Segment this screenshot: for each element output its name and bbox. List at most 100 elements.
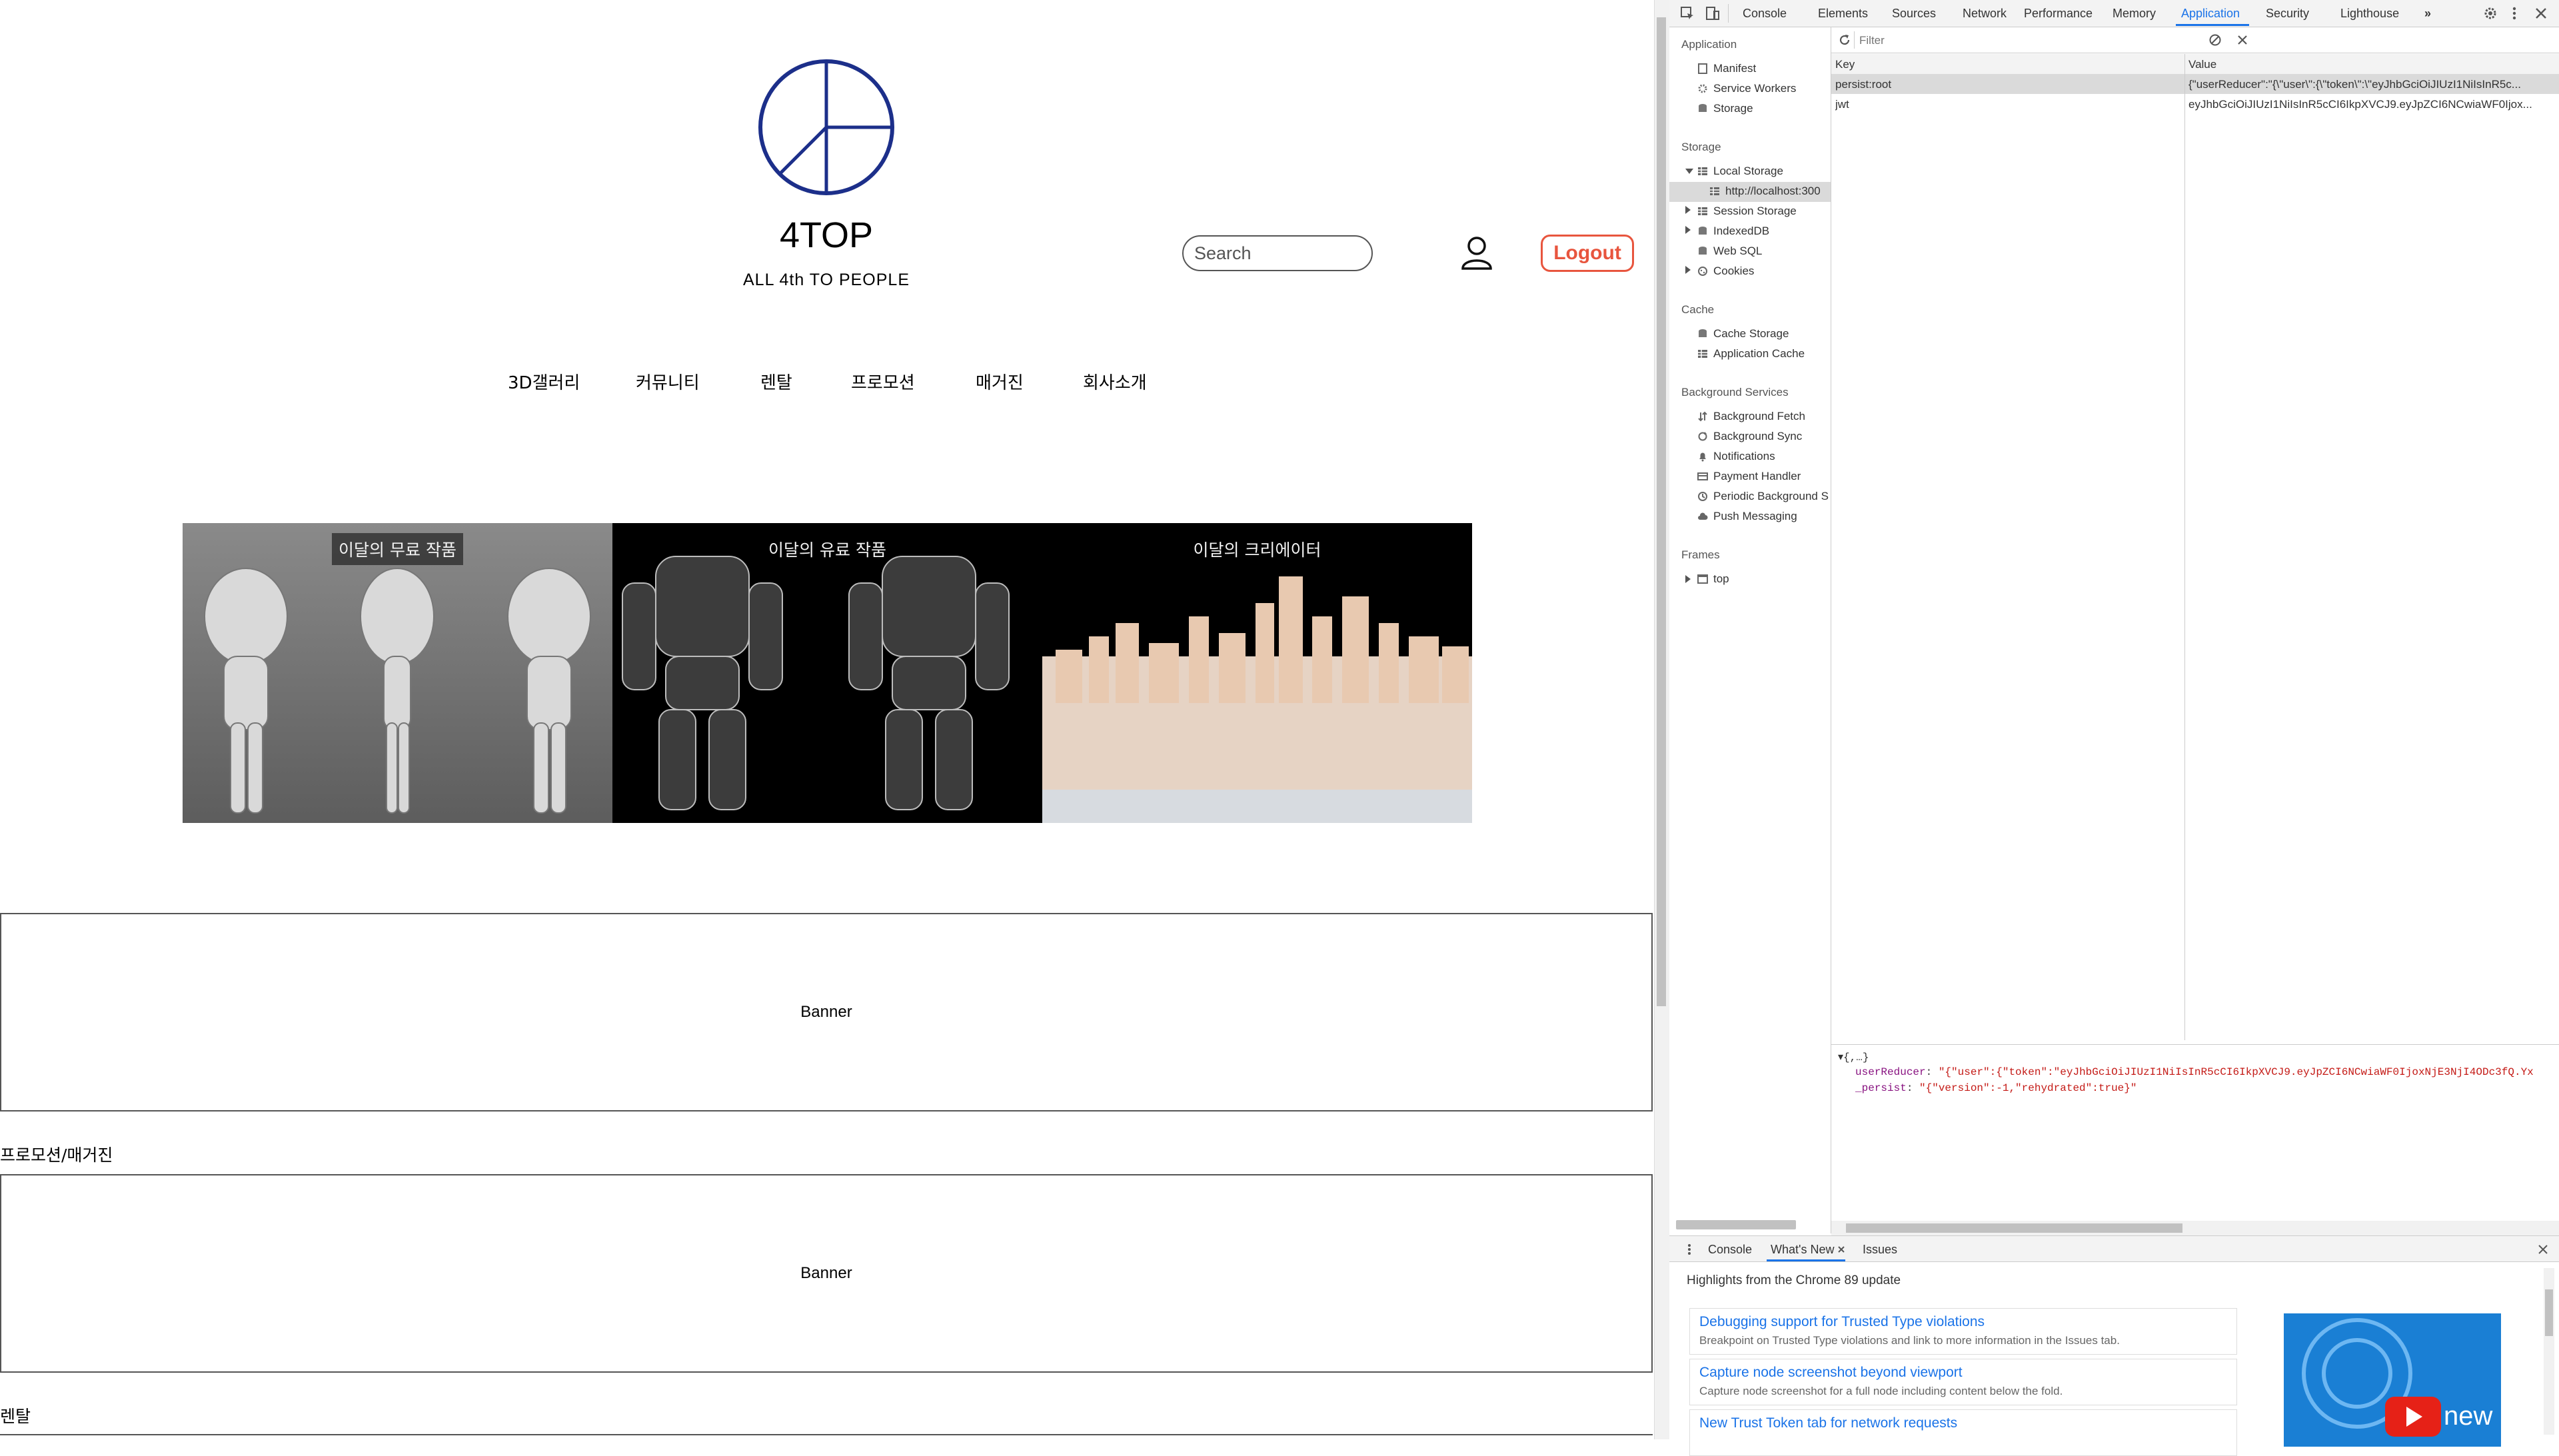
banner-2[interactable]: Banner bbox=[0, 1174, 1653, 1373]
column-divider[interactable] bbox=[2184, 54, 2185, 1040]
logout-button[interactable]: Logout bbox=[1541, 235, 1634, 272]
expand-indexeddb-icon[interactable] bbox=[1685, 226, 1691, 234]
kebab-menu-icon[interactable] bbox=[2510, 6, 2518, 21]
websql-icon bbox=[1699, 247, 1707, 255]
nav-item-3d-gallery[interactable]: 3D갤러리 bbox=[508, 369, 580, 394]
tab-elements[interactable]: Elements bbox=[1818, 7, 1868, 21]
sidebar-item-session-storage[interactable]: Session Storage bbox=[1713, 205, 1797, 218]
sidebar-item-local-storage[interactable]: Local Storage bbox=[1713, 165, 1783, 178]
row-value: eyJhbGciOiJIUzI1NiIsInR5cCI6IkpXVCJ9.eyJ… bbox=[2188, 98, 2532, 111]
more-tabs-chevron-icon[interactable]: » bbox=[2424, 7, 2431, 21]
preview-value-persist: "{"version":-1,"rehydrated":true}" bbox=[1919, 1082, 2137, 1094]
nav-item-community[interactable]: 커뮤니티 bbox=[636, 369, 700, 394]
user-icon[interactable] bbox=[1459, 235, 1494, 270]
table-row[interactable]: jwt eyJhbGciOiJIUzI1NiIsInR5cCI6IkpXVCJ9… bbox=[1831, 94, 2559, 114]
tile-paid-works[interactable]: 이달의 유료 작품 bbox=[612, 523, 1042, 823]
sidebar-item-web-sql[interactable]: Web SQL bbox=[1713, 245, 1762, 258]
expand-frame-top-icon[interactable] bbox=[1685, 575, 1691, 583]
device-toggle-icon[interactable] bbox=[1705, 6, 1720, 21]
drawer-tab-console[interactable]: Console bbox=[1708, 1243, 1752, 1257]
drawer-tab-issues[interactable]: Issues bbox=[1863, 1243, 1897, 1257]
cookie-icon bbox=[1698, 267, 1707, 276]
nav-item-promotion[interactable]: 프로모션 bbox=[851, 369, 915, 394]
drawer-active-underline bbox=[1767, 1259, 1845, 1261]
sidebar-item-notifications[interactable]: Notifications bbox=[1713, 450, 1775, 463]
close-devtools-icon[interactable] bbox=[2534, 7, 2548, 20]
banner-1[interactable]: Banner bbox=[0, 913, 1653, 1111]
tile-free-works[interactable]: 이달의 무료 작품 bbox=[183, 523, 612, 823]
nav-item-rental[interactable]: 렌탈 bbox=[760, 369, 792, 394]
refresh-icon[interactable] bbox=[1838, 33, 1851, 47]
preview-root-toggle[interactable]: ▾{,…} bbox=[1838, 1050, 1869, 1064]
whats-new-card[interactable]: New Trust Token tab for network requests bbox=[1689, 1409, 2237, 1456]
tab-divider bbox=[1728, 4, 1729, 23]
tab-network[interactable]: Network bbox=[1963, 7, 2007, 21]
expand-local-storage-icon[interactable] bbox=[1685, 169, 1693, 174]
sidebar-item-background-sync[interactable]: Background Sync bbox=[1713, 430, 1802, 443]
tab-memory[interactable]: Memory bbox=[2113, 7, 2156, 21]
card-title[interactable]: Capture node screenshot beyond viewport bbox=[1699, 1365, 1963, 1381]
expand-cookies-icon[interactable] bbox=[1685, 266, 1691, 274]
row-key: jwt bbox=[1835, 98, 1849, 111]
sidebar-item-indexeddb[interactable]: IndexedDB bbox=[1713, 225, 1769, 238]
drawer-scrollbar-thumb[interactable] bbox=[2545, 1289, 2553, 1336]
sidebar-item-localhost-origin[interactable]: http://localhost:300 bbox=[1725, 185, 1831, 198]
cache-storage-icon bbox=[1699, 329, 1707, 337]
tab-console[interactable]: Console bbox=[1743, 7, 1787, 21]
toolbar-divider bbox=[1854, 31, 1855, 49]
preview-h-scrollbar-thumb[interactable] bbox=[1846, 1223, 2182, 1233]
sidebar-item-payment-handler[interactable]: Payment Handler bbox=[1713, 470, 1801, 483]
sidebar-item-push-messaging[interactable]: Push Messaging bbox=[1713, 510, 1797, 523]
sidebar-item-frame-top[interactable]: top bbox=[1713, 572, 1729, 586]
clear-all-icon[interactable] bbox=[2208, 33, 2222, 47]
drawer-tab-whats-new[interactable]: What's New bbox=[1771, 1243, 1834, 1257]
sidebar-item-application-cache[interactable]: Application Cache bbox=[1713, 347, 1805, 361]
sidebar-item-service-workers[interactable]: Service Workers bbox=[1713, 82, 1796, 95]
active-tab-underline bbox=[2176, 24, 2249, 26]
tab-application[interactable]: Application bbox=[2181, 7, 2240, 21]
nav-item-about[interactable]: 회사소개 bbox=[1083, 369, 1147, 394]
sidebar-h-scrollbar-thumb[interactable] bbox=[1676, 1220, 1796, 1229]
delete-selected-icon[interactable] bbox=[2236, 34, 2248, 46]
page-scrollbar-thumb[interactable] bbox=[1657, 17, 1666, 1006]
whats-new-video-thumbnail[interactable]: new bbox=[2284, 1313, 2501, 1447]
sidebar-item-manifest[interactable]: Manifest bbox=[1713, 62, 1756, 75]
whats-new-card[interactable]: Debugging support for Trusted Type viola… bbox=[1689, 1308, 2237, 1355]
drawer-menu-icon[interactable] bbox=[1687, 1243, 1692, 1256]
card-title[interactable]: New Trust Token tab for network requests bbox=[1699, 1415, 1957, 1431]
settings-gear-icon[interactable] bbox=[2483, 6, 2498, 21]
sidebar-item-cache-storage[interactable]: Cache Storage bbox=[1713, 327, 1789, 341]
site-logo[interactable] bbox=[756, 57, 896, 197]
whats-new-card[interactable]: Capture node screenshot beyond viewport … bbox=[1689, 1359, 2237, 1405]
card-desc: Breakpoint on Trusted Type violations an… bbox=[1699, 1334, 2120, 1347]
sidebar-item-storage[interactable]: Storage bbox=[1713, 102, 1753, 115]
web-page: 4TOP ALL 4th TO PEOPLE Logout 3D갤러리 커뮤니티… bbox=[0, 0, 1654, 1439]
search-input[interactable] bbox=[1182, 235, 1373, 271]
nav-item-magazine[interactable]: 매거진 bbox=[976, 369, 1024, 394]
session-storage-grid-icon bbox=[1698, 207, 1707, 215]
inspect-element-icon[interactable] bbox=[1680, 6, 1695, 21]
column-header-key[interactable]: Key bbox=[1835, 58, 1855, 71]
main-nav: 3D갤러리 커뮤니티 렌탈 프로모션 매거진 회사소개 bbox=[466, 369, 1186, 396]
tile-creator[interactable]: 이달의 크리에이터 bbox=[1042, 523, 1472, 823]
sidebar-item-background-fetch[interactable]: Background Fetch bbox=[1713, 410, 1805, 423]
tab-performance[interactable]: Performance bbox=[2024, 7, 2093, 21]
sidebar-item-periodic-background-sync[interactable]: Periodic Background S bbox=[1713, 490, 1831, 503]
sidebar-item-cookies[interactable]: Cookies bbox=[1713, 265, 1754, 278]
close-drawer-icon[interactable] bbox=[2538, 1244, 2548, 1255]
expand-session-storage-icon[interactable] bbox=[1685, 206, 1691, 214]
devtools-tab-bar: Console Elements Sources Network Perform… bbox=[1669, 0, 2559, 27]
indexeddb-icon bbox=[1699, 227, 1707, 235]
tab-security[interactable]: Security bbox=[2266, 7, 2309, 21]
manifest-icon bbox=[1698, 63, 1707, 74]
section-label-rental: 렌탈 bbox=[0, 1407, 31, 1426]
tab-lighthouse[interactable]: Lighthouse bbox=[2340, 7, 2399, 21]
column-header-value[interactable]: Value bbox=[2188, 58, 2216, 71]
filter-input[interactable] bbox=[1858, 31, 2174, 50]
table-row[interactable]: persist:root {"userReducer":"{\"user\":{… bbox=[1831, 74, 2559, 94]
sidebar-heading-background-services: Background Services bbox=[1681, 386, 1789, 398]
close-tab-icon[interactable] bbox=[1837, 1245, 1845, 1253]
video-label: new bbox=[2444, 1401, 2493, 1431]
tab-sources[interactable]: Sources bbox=[1892, 7, 1936, 21]
card-title[interactable]: Debugging support for Trusted Type viola… bbox=[1699, 1314, 1985, 1330]
